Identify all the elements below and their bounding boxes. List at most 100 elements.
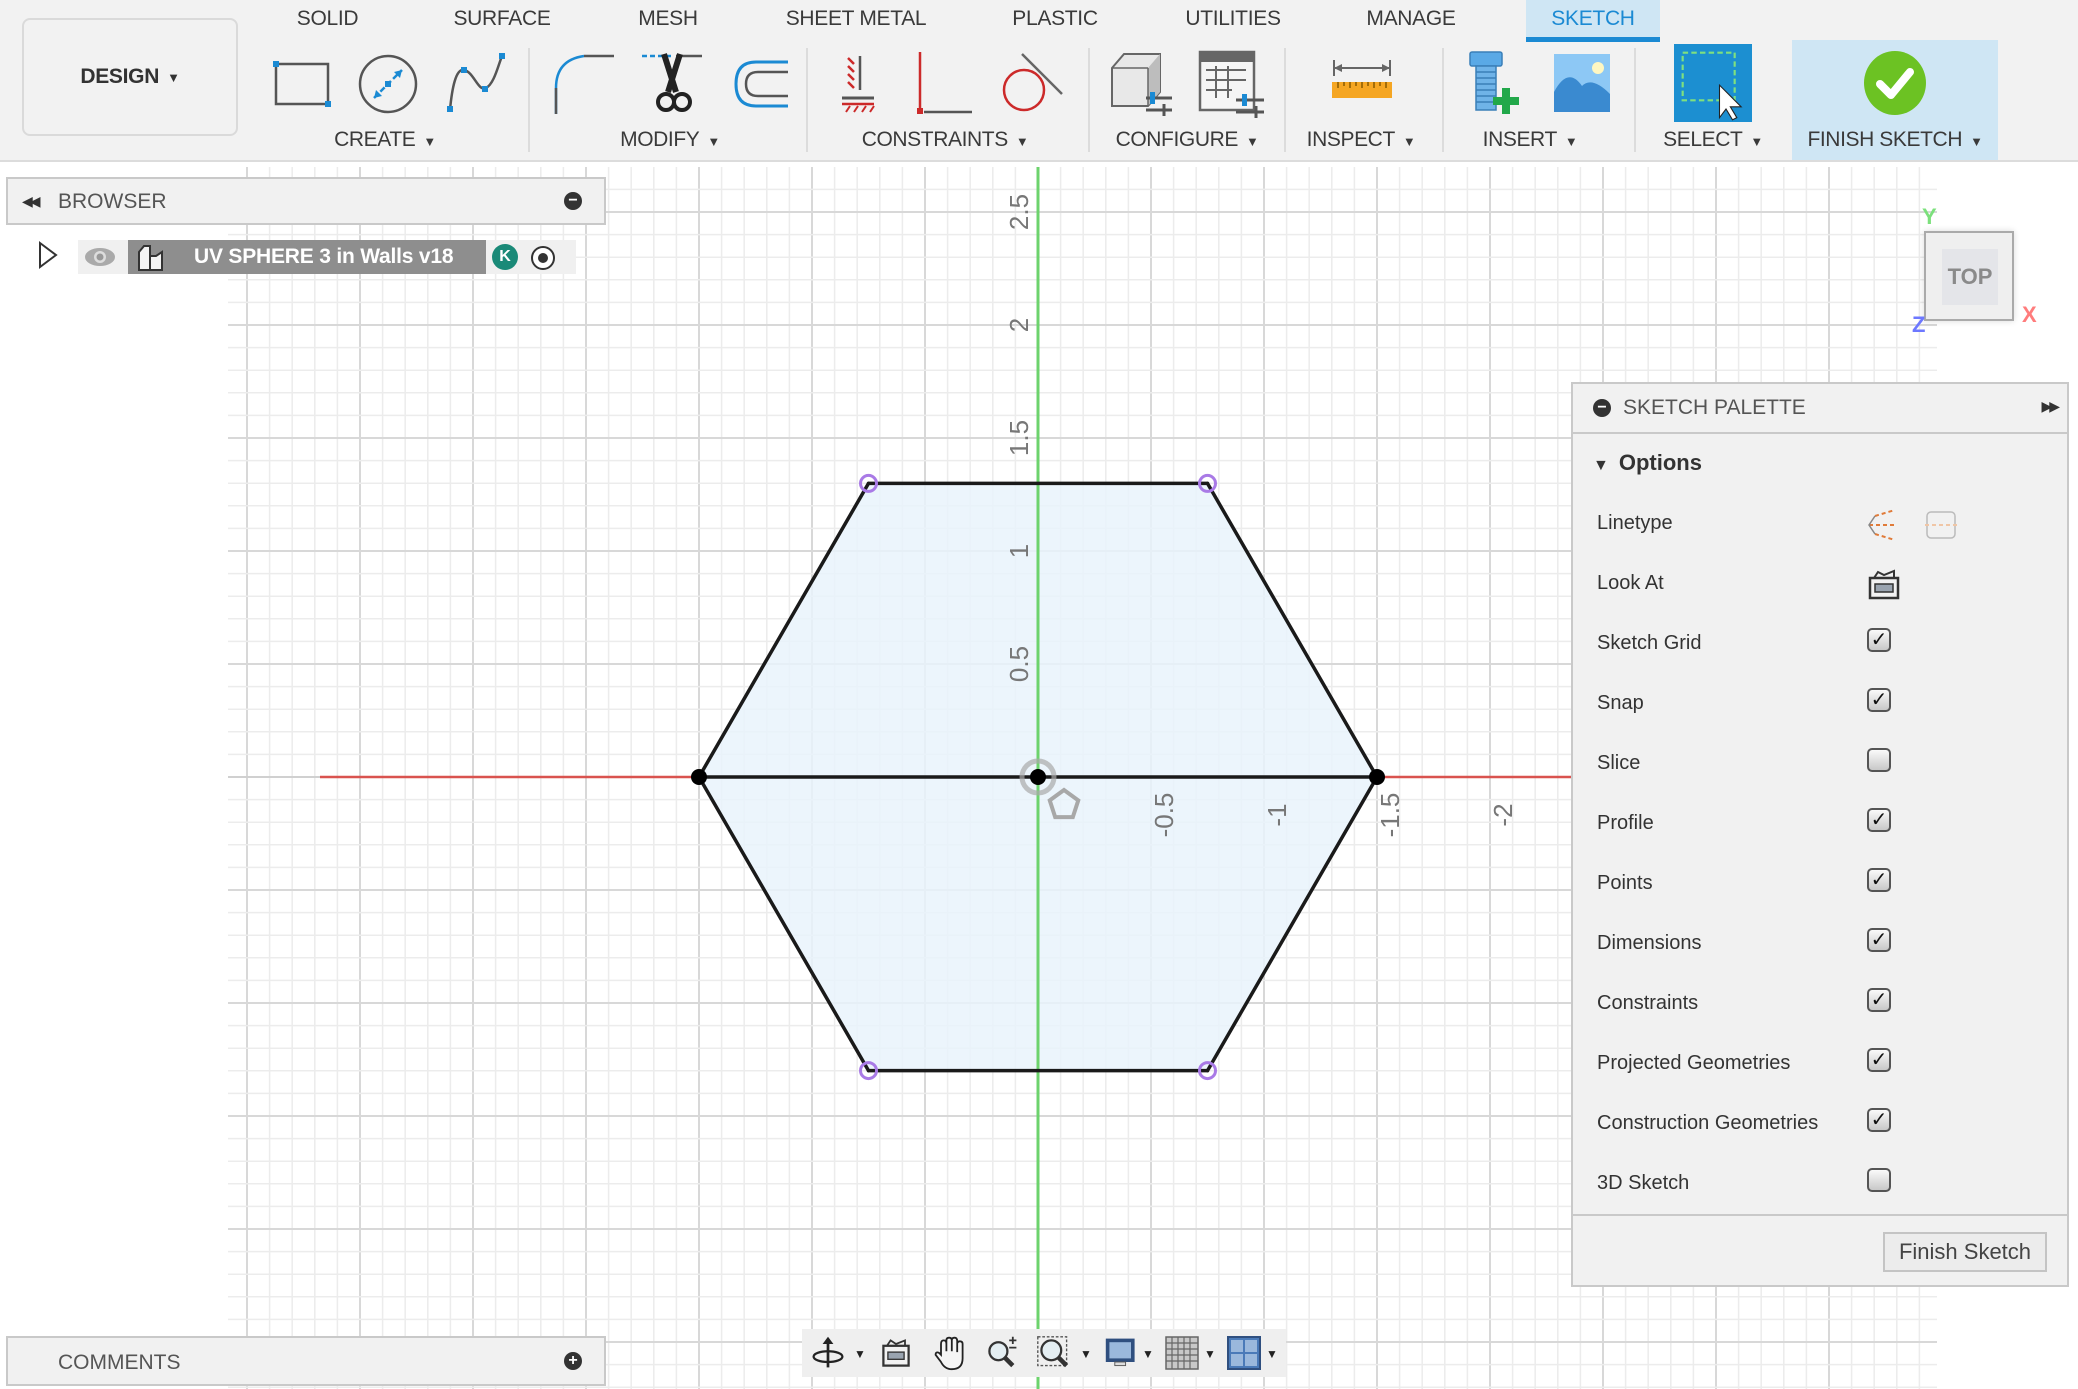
perpendicular-tool[interactable] — [906, 48, 978, 120]
fix-constraint-tool[interactable] — [828, 48, 900, 120]
view-cube-face-top[interactable]: TOP — [1942, 249, 1998, 305]
document-chip[interactable]: UV SPHERE 3 in Walls v18 — [128, 240, 486, 274]
constraints-label: CONSTRAINTS — [861, 128, 1009, 151]
tab-sketch[interactable]: SKETCH — [1526, 0, 1660, 42]
option-row-sketch-grid: Sketch Grid ✓ — [1597, 624, 2037, 664]
finish-sketch-group[interactable]: FINISH SKETCH ▼ — [1792, 40, 1998, 160]
create-menu[interactable]: CREATE ▼ — [315, 128, 455, 152]
fit-window-icon — [1037, 1336, 1069, 1368]
look-at-icon[interactable] — [1867, 568, 1901, 602]
y-axis-tick-label: 0.5 — [1004, 646, 1034, 682]
construction-linetype-icon[interactable] — [1867, 508, 1957, 542]
tab-solid[interactable]: SOLID — [290, 0, 365, 40]
activate-radio-icon[interactable] — [530, 245, 556, 271]
display-settings-button[interactable] — [1102, 1335, 1142, 1371]
pan-button[interactable] — [930, 1335, 970, 1371]
fit-window-button[interactable] — [1034, 1335, 1074, 1371]
tab-mesh[interactable]: MESH — [628, 0, 708, 40]
browser-panel-header[interactable]: ◀◀ BROWSER − — [6, 177, 606, 225]
configure-model-tool[interactable] — [1106, 48, 1178, 120]
option-checkbox[interactable] — [1867, 1168, 1891, 1192]
x-axis-tick-label: -1.5 — [1375, 793, 1405, 838]
document-name: UV SPHERE 3 in Walls v18 — [194, 245, 454, 268]
fillet-tool[interactable] — [548, 48, 620, 120]
insert-component-tool[interactable] — [1460, 48, 1532, 120]
finish-sketch-button[interactable]: Finish Sketch — [1883, 1232, 2047, 1272]
option-checkbox[interactable]: ✓ — [1867, 868, 1891, 892]
configuration-table-tool[interactable] — [1196, 48, 1268, 120]
look-at-icon — [882, 1339, 910, 1367]
insert-canvas-tool[interactable] — [1546, 48, 1618, 120]
option-label: Points — [1597, 872, 1653, 894]
measure-tool[interactable] — [1326, 48, 1398, 120]
grid-dropdown-icon[interactable]: ▼ — [1204, 1347, 1216, 1361]
tangent-tool[interactable] — [996, 48, 1068, 120]
zoom-dropdown-icon[interactable]: ▼ — [1080, 1347, 1092, 1361]
option-row-points: Points ✓ — [1597, 864, 2037, 904]
tab-utilities[interactable]: UTILITIES — [1178, 0, 1288, 40]
option-checkbox[interactable]: ✓ — [1867, 1108, 1891, 1132]
select-label: SELECT — [1663, 128, 1743, 151]
tab-sheet-metal[interactable]: SHEET METAL — [782, 0, 930, 40]
viewports-button[interactable] — [1226, 1335, 1262, 1371]
insert-mcmaster-icon — [1469, 51, 1519, 114]
zoom-button[interactable] — [982, 1335, 1022, 1371]
group-divider — [1088, 48, 1090, 152]
display-dropdown-icon[interactable]: ▼ — [1142, 1347, 1154, 1361]
orbit-button[interactable] — [808, 1335, 848, 1371]
group-divider — [1284, 48, 1286, 152]
sketch-palette-header[interactable]: − SKETCH PALETTE ▶▶ — [1573, 384, 2067, 434]
caret-down-icon: ▼ — [1245, 134, 1259, 149]
option-checkbox[interactable]: ✓ — [1867, 988, 1891, 1012]
option-checkbox[interactable]: ✓ — [1867, 808, 1891, 832]
spline-tool[interactable] — [440, 48, 512, 120]
option-checkbox[interactable]: ✓ — [1867, 1048, 1891, 1072]
window-select-tool[interactable] — [1674, 44, 1752, 122]
option-checkbox[interactable]: ✓ — [1867, 688, 1891, 712]
expand-triangle-icon[interactable] — [36, 240, 60, 270]
viewports-dropdown-icon[interactable]: ▼ — [1266, 1347, 1278, 1361]
workspace-switcher-button[interactable]: DESIGN ▼ — [22, 18, 238, 136]
sketch-endpoint[interactable] — [691, 769, 707, 785]
constraints-menu[interactable]: CONSTRAINTS ▼ — [860, 128, 1030, 152]
modify-menu[interactable]: MODIFY ▼ — [600, 128, 740, 152]
option-checkbox[interactable]: ✓ — [1867, 928, 1891, 952]
orbit-icon — [812, 1336, 844, 1368]
sketch-endpoint[interactable] — [1369, 769, 1385, 785]
option-checkbox[interactable]: ✓ — [1867, 628, 1891, 652]
orbit-dropdown-icon[interactable]: ▼ — [854, 1347, 866, 1361]
grid-snap-button[interactable] — [1164, 1335, 1200, 1371]
minimize-icon[interactable]: − — [1593, 399, 1611, 417]
collapse-panel-icon[interactable]: ◀◀ — [22, 193, 40, 210]
view-cube[interactable]: TOP — [1924, 231, 2014, 321]
sketch-origin-point[interactable] — [1030, 769, 1046, 785]
option-row-slice: Slice — [1597, 744, 2037, 784]
y-axis-tick-label: 2.5 — [1004, 194, 1034, 230]
component-icon — [138, 245, 163, 271]
options-section-toggle[interactable]: ▼ Options — [1593, 450, 1702, 476]
circle-tool[interactable] — [352, 48, 424, 120]
tab-plastic[interactable]: PLASTIC — [1006, 0, 1104, 40]
configure-menu[interactable]: CONFIGURE ▼ — [1112, 128, 1262, 152]
comments-panel[interactable]: COMMENTS + — [6, 1336, 606, 1386]
tab-surface[interactable]: SURFACE — [442, 0, 562, 40]
user-initial: K — [499, 248, 511, 265]
expand-panel-icon[interactable]: ▶▶ — [2041, 398, 2059, 415]
visibility-eye-icon[interactable] — [84, 246, 116, 268]
look-at-button[interactable] — [876, 1335, 916, 1371]
tab-manage[interactable]: MANAGE — [1358, 0, 1464, 40]
x-axis-tick-label: -2 — [1488, 803, 1518, 826]
option-checkbox[interactable] — [1867, 748, 1891, 772]
select-menu[interactable]: SELECT ▼ — [1650, 128, 1776, 152]
inspect-menu[interactable]: INSPECT ▼ — [1296, 128, 1426, 152]
user-avatar[interactable]: K — [492, 244, 518, 270]
add-comment-icon[interactable]: + — [564, 1352, 582, 1370]
trim-tool[interactable] — [636, 48, 708, 120]
finish-sketch-menu[interactable]: FINISH SKETCH ▼ — [1792, 128, 1998, 152]
option-label: Sketch Grid — [1597, 632, 1702, 654]
insert-menu[interactable]: INSERT ▼ — [1470, 128, 1590, 152]
minimize-icon[interactable]: − — [564, 192, 582, 210]
browser-document-row[interactable]: UV SPHERE 3 in Walls v18 K — [39, 240, 576, 274]
offset-tool[interactable] — [722, 48, 794, 120]
rectangle-tool[interactable] — [266, 48, 338, 120]
